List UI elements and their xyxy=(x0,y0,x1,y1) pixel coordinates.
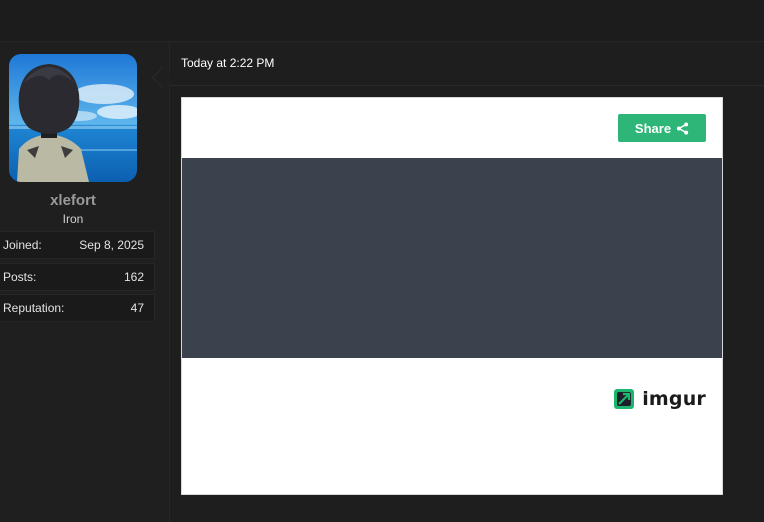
avatar-image xyxy=(9,54,137,182)
share-label: Share xyxy=(634,120,672,136)
stat-value: 47 xyxy=(130,301,144,315)
top-bar xyxy=(0,0,764,42)
message-header: Today at 2:22 PM xyxy=(170,42,764,86)
stat-joined: Joined: Sep 8, 2025 xyxy=(0,231,155,259)
stat-value: 162 xyxy=(123,270,144,284)
user-rank: Iron xyxy=(62,212,84,226)
stat-label: Reputation: xyxy=(3,301,65,315)
stat-value: Sep 8, 2025 xyxy=(79,238,144,252)
stat-label: Posts: xyxy=(3,270,37,284)
imgur-icon xyxy=(614,389,635,409)
imgur-wordmark: imgur xyxy=(642,388,706,410)
stat-posts: Posts: 162 xyxy=(0,263,155,291)
share-button[interactable]: Share xyxy=(618,114,706,142)
embedded-media[interactable] xyxy=(182,158,722,358)
post-timestamp[interactable]: Today at 2:22 PM xyxy=(181,56,274,70)
stat-reputation: Reputation: 47 xyxy=(0,294,155,322)
username[interactable]: xlefort xyxy=(0,192,146,209)
avatar[interactable] xyxy=(9,54,137,182)
imgur-logo[interactable]: imgur xyxy=(614,388,706,410)
imgur-embed: Share imgur xyxy=(181,97,723,495)
stat-label: Joined: xyxy=(3,238,42,252)
share-icon xyxy=(676,121,689,135)
